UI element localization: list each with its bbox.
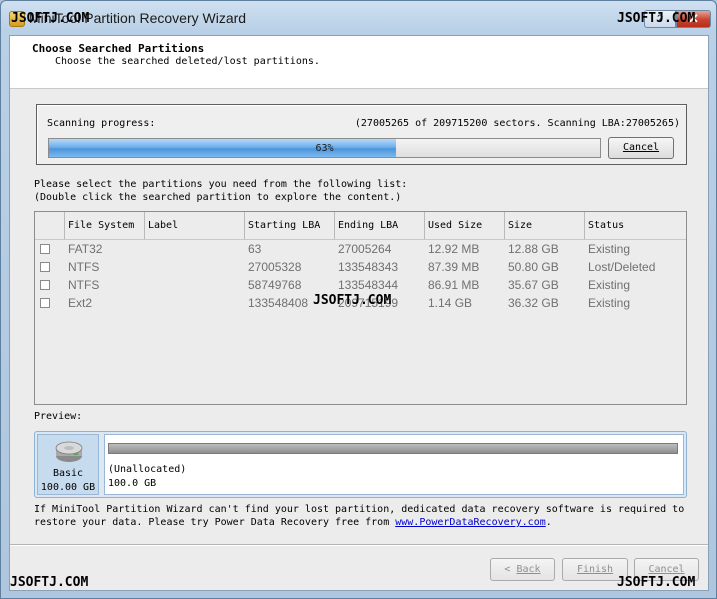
info-text-line-1: If MiniTool Partition Wizard can't find … [34, 504, 685, 515]
scan-progress-label: Scanning progress: [47, 118, 156, 129]
watermark-bottom-left: JSOFTJ.COM [10, 575, 89, 590]
back-button-label: Back [516, 564, 541, 575]
disk-preview-panel: Basic 100.00 GB (Unallocated) 100.0 GB [34, 431, 687, 498]
preview-label: Preview: [34, 411, 83, 422]
instruction-line-1: Please select the partitions you need fr… [34, 179, 408, 190]
scan-progress-panel: Scanning progress: (27005265 of 20971520… [36, 104, 687, 165]
column-header-label[interactable]: Label [145, 212, 245, 239]
page-title: Choose Searched Partitions [32, 42, 205, 55]
scan-progress-percent: 63% [315, 143, 334, 154]
info-text-line-2: restore your data. Please try Power Data… [34, 517, 552, 528]
column-header-used-size[interactable]: Used Size [425, 212, 505, 239]
table-row[interactable]: NTFS 58749768 133548344 86.91 MB 35.67 G… [35, 276, 686, 294]
watermark-center: JSOFTJ.COM [313, 293, 392, 308]
column-header-ending-lba[interactable]: Ending LBA [335, 212, 425, 239]
cell-file-system: Ext2 [68, 296, 93, 310]
cell-starting-lba: 63 [248, 242, 262, 256]
cell-status: Existing [588, 242, 631, 256]
cell-starting-lba: 58749768 [248, 278, 302, 292]
row-checkbox[interactable] [40, 262, 50, 272]
disk-tile[interactable]: Basic 100.00 GB [37, 434, 99, 495]
instruction-line-2: (Double click the searched partition to … [34, 192, 402, 203]
disk-type: Basic [52, 468, 84, 479]
row-checkbox[interactable] [40, 280, 50, 290]
footer-divider [10, 544, 708, 546]
segment-size: 100.0 GB [108, 478, 157, 489]
cell-used-size: 1.14 GB [428, 296, 473, 310]
unallocated-bar [108, 443, 678, 454]
hard-disk-icon [55, 441, 83, 462]
cell-file-system: NTFS [68, 278, 100, 292]
cell-size: 12.88 GB [508, 242, 559, 256]
table-row[interactable]: FAT32 63 27005264 12.92 MB 12.88 GB Exis… [35, 240, 686, 258]
partition-list-header: File System Label Starting LBA Ending LB… [35, 212, 686, 240]
cell-size: 50.80 GB [508, 260, 559, 274]
table-row[interactable]: NTFS 27005328 133548343 87.39 MB 50.80 G… [35, 258, 686, 276]
scan-progress-bar: 63% [48, 138, 601, 158]
cell-status: Existing [588, 278, 631, 292]
watermark-top-left: JSOFTJ.COM [11, 11, 90, 26]
info-text-suffix: . [545, 517, 552, 528]
cancel-button-label: Cancel [648, 564, 685, 575]
column-header-starting-lba[interactable]: Starting LBA [245, 212, 335, 239]
page-subtitle: Choose the searched deleted/lost partiti… [55, 56, 320, 67]
scan-sector-stats: (27005265 of 209715200 sectors. Scanning… [354, 118, 680, 129]
cell-ending-lba: 133548344 [338, 278, 399, 292]
scan-cancel-button[interactable]: Cancel [608, 137, 674, 159]
cell-starting-lba: 133548408 [248, 296, 309, 310]
column-header-file-system[interactable]: File System [65, 212, 145, 239]
cell-used-size: 86.91 MB [428, 278, 480, 292]
watermark-bottom-right: JSOFTJ.COM [617, 575, 696, 590]
cell-status: Lost/Deleted [588, 260, 656, 274]
column-header-size[interactable]: Size [505, 212, 585, 239]
watermark-top-right: JSOFTJ.COM [617, 11, 696, 26]
cell-file-system: FAT32 [68, 242, 103, 256]
cell-size: 36.32 GB [508, 296, 559, 310]
row-checkbox[interactable] [40, 244, 50, 254]
cell-file-system: NTFS [68, 260, 100, 274]
segment-label: (Unallocated) [108, 464, 187, 475]
power-data-recovery-link[interactable]: www.PowerDataRecovery.com [395, 517, 546, 528]
column-header-checkbox [35, 212, 65, 239]
cell-used-size: 87.39 MB [428, 260, 480, 274]
cell-status: Existing [588, 296, 631, 310]
partition-list[interactable]: File System Label Starting LBA Ending LB… [34, 211, 687, 405]
cell-size: 35.67 GB [508, 278, 559, 292]
wizard-client-area: Choose Searched Partitions Choose the se… [9, 35, 709, 591]
cell-starting-lba: 27005328 [248, 260, 302, 274]
cell-ending-lba: 133548343 [338, 260, 399, 274]
back-button[interactable]: < Back [490, 558, 555, 581]
info-text-prefix: restore your data. Please try Power Data… [34, 517, 396, 528]
cell-used-size: 12.92 MB [428, 242, 480, 256]
disk-size: 100.00 GB [40, 482, 96, 493]
unallocated-segment[interactable]: (Unallocated) 100.0 GB [104, 434, 684, 495]
row-checkbox[interactable] [40, 298, 50, 308]
finish-button-label: Finish [576, 564, 614, 575]
scan-cancel-label: Cancel [622, 142, 660, 153]
title-bar[interactable]: MiniTool Partition Recovery Wizard ? ✕ [1, 1, 716, 35]
header-panel: Choose Searched Partitions Choose the se… [10, 36, 708, 89]
column-header-status[interactable]: Status [585, 212, 686, 239]
cell-ending-lba: 27005264 [338, 242, 392, 256]
